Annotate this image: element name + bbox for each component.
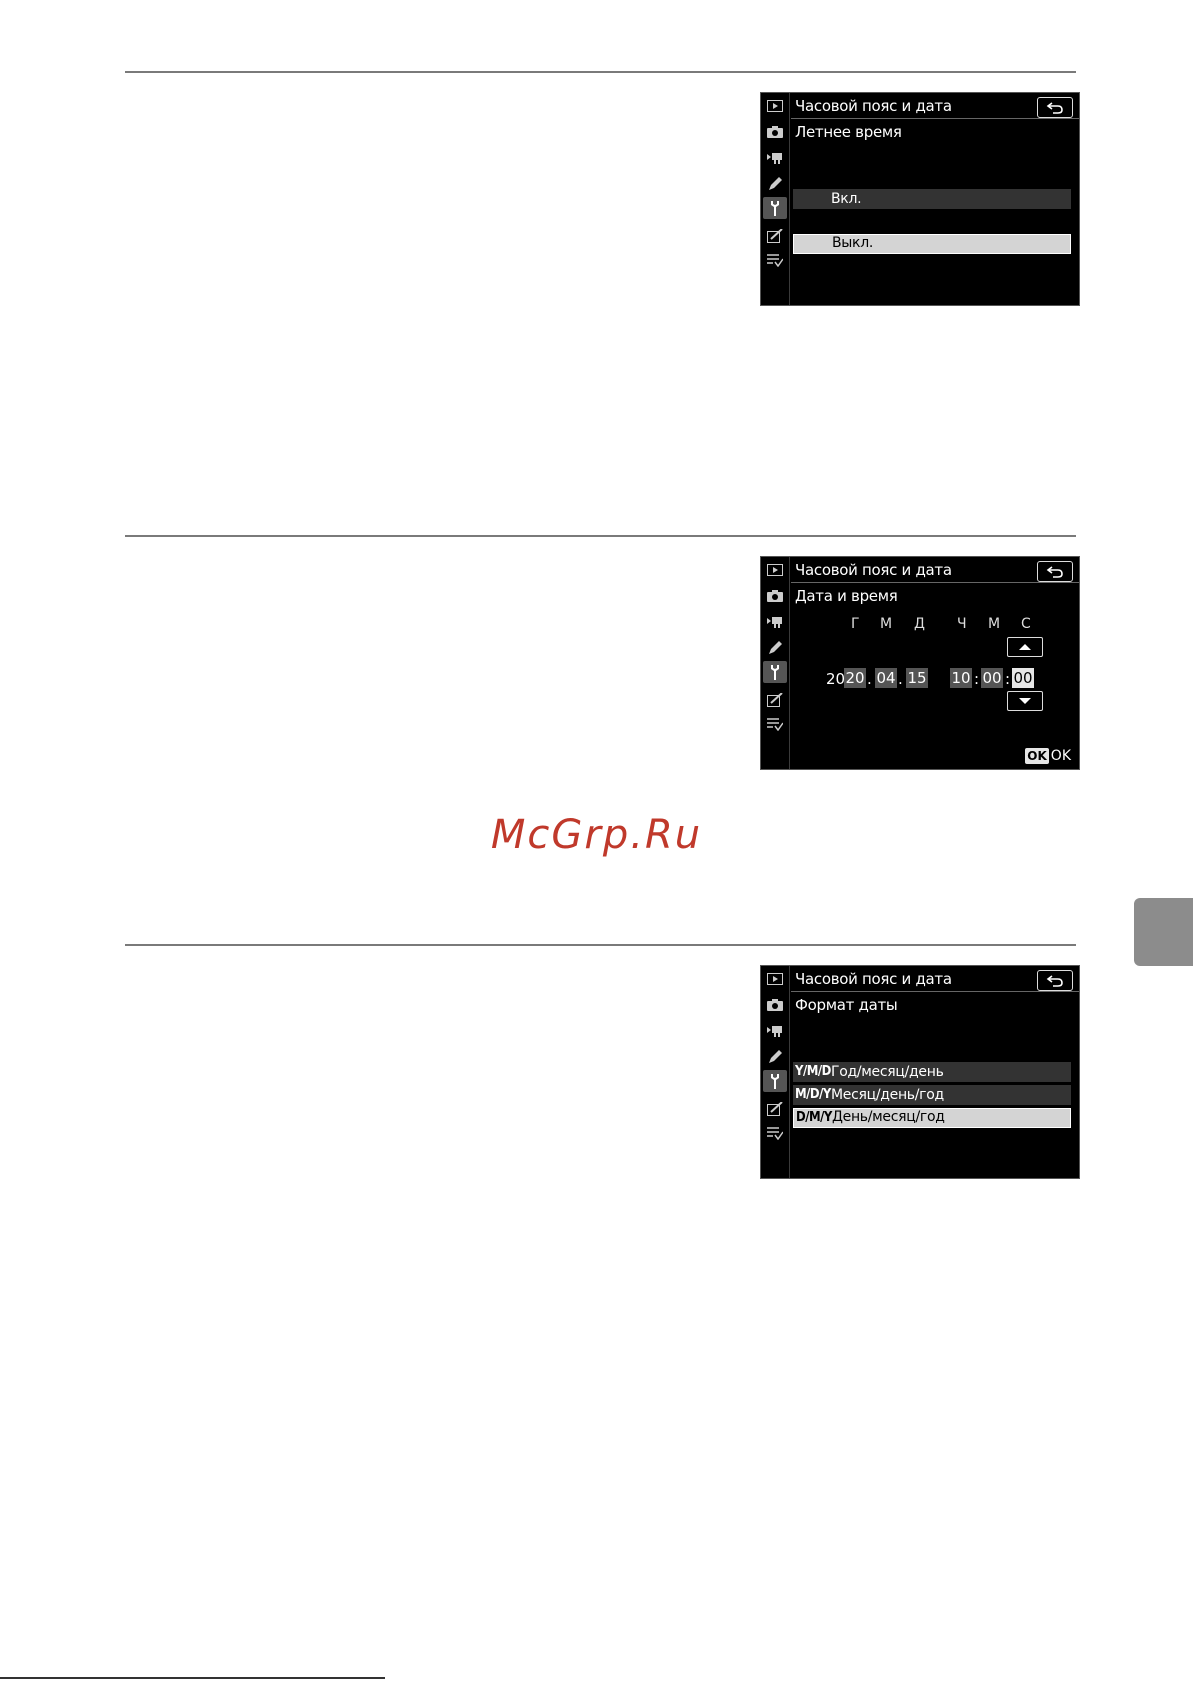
watermark: McGrp.Ru [490, 812, 703, 858]
menu-sidebar [761, 966, 790, 1178]
retouch-icon[interactable] [765, 689, 785, 711]
option-mdy[interactable]: M/D/Y Месяц/день/год [793, 1085, 1071, 1105]
option-dmy[interactable]: D/M/Y День/месяц/год [793, 1108, 1071, 1128]
header-month: М [880, 616, 893, 632]
option-label: Год/месяц/день [831, 1064, 944, 1080]
my-menu-icon[interactable] [765, 713, 785, 735]
ok-badge-icon: OK [1025, 748, 1049, 764]
ok-label: OK [1050, 748, 1071, 764]
option-code: D/M/Y [796, 1110, 832, 1125]
my-menu-icon[interactable] [765, 1122, 785, 1144]
playback-icon[interactable] [765, 559, 785, 581]
movie-icon[interactable] [765, 147, 785, 169]
header-year: Г [851, 616, 860, 632]
movie-icon[interactable] [765, 1020, 785, 1042]
back-arrow-icon [1046, 974, 1063, 987]
back-arrow-icon [1046, 565, 1063, 578]
back-button[interactable] [1037, 970, 1073, 991]
option-code: M/D/Y [795, 1087, 831, 1102]
ok-button[interactable]: OK OK [1025, 747, 1071, 765]
minute-field[interactable]: 00 [981, 668, 1003, 688]
section-divider [125, 71, 1076, 73]
pencil-icon[interactable] [765, 1046, 785, 1068]
screen-subtitle: Формат даты [795, 996, 898, 1014]
time-separator: : [974, 670, 980, 688]
back-arrow-icon [1046, 101, 1063, 114]
footer-rule [0, 1677, 385, 1679]
option-label: День/месяц/год [832, 1109, 945, 1125]
screen-title: Часовой пояс и дата [795, 97, 952, 115]
back-button[interactable] [1037, 561, 1073, 582]
second-field[interactable]: 00 [1012, 668, 1034, 688]
option-label: Вкл. [831, 191, 862, 207]
year-prefix: 20 [826, 670, 846, 688]
screen-title: Часовой пояс и дата [795, 970, 952, 988]
camera-icon[interactable] [765, 121, 785, 143]
pencil-icon[interactable] [765, 637, 785, 659]
title-divider [791, 991, 1079, 992]
camera-screen-date-format: Часовой пояс и дата Формат даты Y/M/D Го… [760, 965, 1080, 1179]
retouch-icon[interactable] [765, 225, 785, 247]
header-day: Д [914, 616, 925, 632]
camera-icon[interactable] [765, 994, 785, 1016]
back-button[interactable] [1037, 97, 1073, 118]
screen-title: Часовой пояс и дата [795, 561, 952, 579]
pencil-icon[interactable] [765, 173, 785, 195]
my-menu-icon[interactable] [765, 249, 785, 271]
wrench-icon[interactable] [763, 661, 787, 683]
option-off[interactable]: Выкл. [793, 234, 1071, 254]
screen-subtitle: Летнее время [795, 123, 902, 141]
retouch-icon[interactable] [765, 1098, 785, 1120]
playback-icon[interactable] [765, 95, 785, 117]
option-code: Y/M/D [795, 1064, 831, 1079]
time-separator: : [1005, 670, 1011, 688]
section-divider [125, 535, 1076, 537]
month-field[interactable]: 04 [875, 668, 897, 688]
increment-button[interactable] [1007, 637, 1043, 657]
camera-icon[interactable] [765, 585, 785, 607]
camera-screen-dst: Часовой пояс и дата Летнее время Вкл. Вы… [760, 92, 1080, 306]
menu-sidebar [761, 557, 790, 769]
arrow-down-icon [1019, 698, 1031, 704]
header-hour: Ч [957, 616, 967, 632]
header-second: С [1021, 616, 1031, 632]
date-separator: . [898, 670, 903, 688]
movie-icon[interactable] [765, 611, 785, 633]
option-ymd[interactable]: Y/M/D Год/месяц/день [793, 1062, 1071, 1082]
wrench-icon[interactable] [763, 1070, 787, 1092]
title-divider [791, 118, 1079, 119]
section-divider [125, 944, 1076, 946]
decrement-button[interactable] [1007, 691, 1043, 711]
camera-screen-datetime: Часовой пояс и дата Дата и время Г М Д Ч… [760, 556, 1080, 770]
option-on[interactable]: Вкл. [793, 189, 1071, 209]
wrench-icon[interactable] [763, 197, 787, 219]
title-divider [791, 582, 1079, 583]
arrow-up-icon [1019, 644, 1031, 650]
option-label: Выкл. [832, 235, 874, 251]
header-minute: М [988, 616, 1001, 632]
menu-sidebar [761, 93, 790, 305]
date-separator: . [867, 670, 872, 688]
hour-field[interactable]: 10 [950, 668, 972, 688]
day-field[interactable]: 15 [906, 668, 928, 688]
year-field[interactable]: 20 [844, 668, 866, 688]
option-label: Месяц/день/год [831, 1087, 944, 1103]
chapter-tab [1134, 898, 1193, 966]
playback-icon[interactable] [765, 968, 785, 990]
screen-subtitle: Дата и время [795, 587, 898, 605]
